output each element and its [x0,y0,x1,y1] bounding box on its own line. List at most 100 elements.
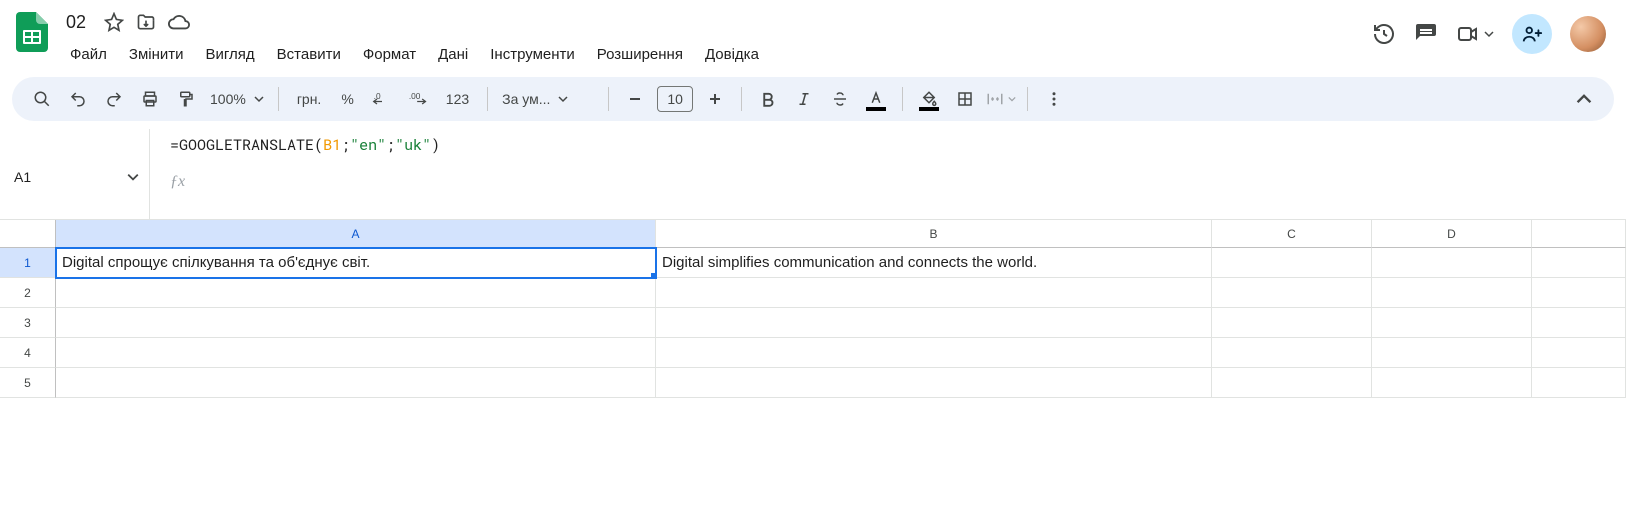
undo-icon[interactable] [62,83,94,115]
currency-button[interactable]: грн. [289,83,330,115]
menu-tools[interactable]: Інструменти [480,40,585,69]
cell-D5[interactable] [1372,368,1532,398]
menu-extensions[interactable]: Розширення [587,40,693,69]
decrease-decimal-icon[interactable]: .0 [366,83,398,115]
fill-color-swatch [919,107,939,111]
fill-color-icon[interactable] [913,83,945,115]
formula-input[interactable]: =GOOGLETRANSLATE(B1;"en";"uk") [170,135,1610,155]
meet-icon[interactable] [1456,22,1494,46]
menu-help[interactable]: Довідка [695,40,769,69]
formula-close: ) [431,135,440,155]
fx-icon[interactable]: ƒx [170,173,1610,191]
doc-title[interactable]: 02 [60,10,92,35]
cell-D2[interactable] [1372,278,1532,308]
menu-edit[interactable]: Змінити [119,40,194,69]
formula-sep1: ; [341,135,350,155]
history-icon[interactable] [1372,22,1396,46]
paint-format-icon[interactable] [170,83,202,115]
print-icon[interactable] [134,83,166,115]
col-header-D[interactable]: D [1372,220,1532,248]
svg-text:.00: .00 [409,91,421,101]
cell-D4[interactable] [1372,338,1532,368]
star-icon[interactable] [104,12,124,32]
cell-E4[interactable] [1532,338,1626,368]
cell-B4[interactable] [656,338,1212,368]
italic-icon[interactable] [788,83,820,115]
cloud-status-icon[interactable] [168,11,190,33]
cell-B5[interactable] [656,368,1212,398]
comments-icon[interactable] [1414,22,1438,46]
number-format-button[interactable]: 123 [438,83,477,115]
cell-C3[interactable] [1212,308,1372,338]
strikethrough-icon[interactable] [824,83,856,115]
collapse-toolbar-icon[interactable] [1568,83,1600,115]
row-header-1[interactable]: 1 [0,248,56,278]
sheets-product-icon[interactable] [12,12,52,52]
percent-button[interactable]: % [333,83,361,115]
move-icon[interactable] [136,12,156,32]
cell-A3[interactable] [56,308,656,338]
search-menus-icon[interactable] [26,83,58,115]
increase-font-icon[interactable] [699,83,731,115]
share-button[interactable] [1512,14,1552,54]
separator [1027,87,1028,111]
font-family-label: За ум... [502,91,550,107]
menu-insert[interactable]: Вставити [267,40,351,69]
separator [608,87,609,111]
cell-E1[interactable] [1532,248,1626,278]
cell-E3[interactable] [1532,308,1626,338]
borders-icon[interactable] [949,83,981,115]
cell-A4[interactable] [56,338,656,368]
cell-D3[interactable] [1372,308,1532,338]
cell-C4[interactable] [1212,338,1372,368]
col-header-A[interactable]: A [56,220,656,248]
cell-C1[interactable] [1212,248,1372,278]
font-size-input[interactable]: 10 [657,86,693,112]
separator [278,87,279,111]
formula-bar-row: A1 =GOOGLETRANSLATE(B1;"en";"uk") ƒx [0,129,1626,220]
cell-A5[interactable] [56,368,656,398]
col-header-B[interactable]: B [656,220,1212,248]
more-toolbar-icon[interactable] [1038,83,1070,115]
name-box[interactable]: A1 [6,165,127,189]
toolbar: 100% грн. % .0 .00 123 За ум... 10 [12,77,1614,121]
cell-A2[interactable] [56,278,656,308]
menu-file[interactable]: Файл [60,40,117,69]
cell-B3[interactable] [656,308,1212,338]
spreadsheet-grid[interactable]: A B C D 1 Digital спрощує спілкування та… [0,220,1626,398]
cell-B1[interactable]: Digital simplifies communication and con… [656,248,1212,278]
menu-view[interactable]: Вигляд [196,40,265,69]
col-header-E[interactable] [1532,220,1626,248]
cell-E2[interactable] [1532,278,1626,308]
menu-bar: Файл Змінити Вигляд Вставити Формат Дані… [60,40,1372,69]
cell-C2[interactable] [1212,278,1372,308]
separator [902,87,903,111]
cell-B2[interactable] [656,278,1212,308]
bold-icon[interactable] [752,83,784,115]
separator [741,87,742,111]
row-header-3[interactable]: 3 [0,308,56,338]
merge-cells-icon[interactable] [985,83,1017,115]
text-color-icon[interactable] [860,83,892,115]
menu-format[interactable]: Формат [353,40,426,69]
name-box-wrap: A1 [0,129,150,219]
cell-C5[interactable] [1212,368,1372,398]
cell-E5[interactable] [1532,368,1626,398]
font-family-select[interactable]: За ум... [498,91,598,107]
row-header-4[interactable]: 4 [0,338,56,368]
font-size-control: 10 [619,83,731,115]
increase-decimal-icon[interactable]: .00 [402,83,434,115]
menu-data[interactable]: Дані [428,40,478,69]
row-header-2[interactable]: 2 [0,278,56,308]
cell-A1[interactable]: Digital спрощує спілкування та об'єднує … [56,248,656,278]
formula-open: ( [314,135,323,155]
col-header-C[interactable]: C [1212,220,1372,248]
zoom-select[interactable]: 100% [206,91,268,107]
select-all-corner[interactable] [0,220,56,248]
row-header-5[interactable]: 5 [0,368,56,398]
redo-icon[interactable] [98,83,130,115]
cell-D1[interactable] [1372,248,1532,278]
account-avatar[interactable] [1570,16,1606,52]
decrease-font-icon[interactable] [619,83,651,115]
name-box-dropdown-icon[interactable] [127,171,139,183]
